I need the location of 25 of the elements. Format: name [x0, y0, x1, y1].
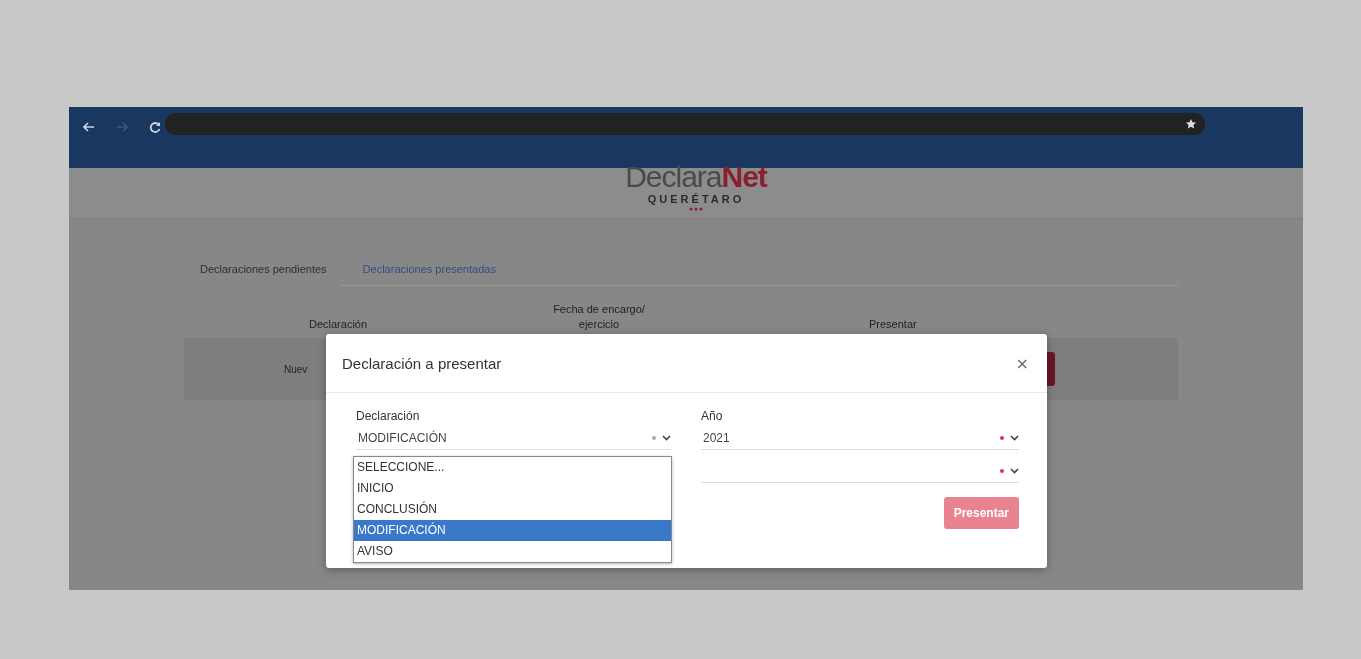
star-icon[interactable]	[1185, 118, 1197, 130]
column-header: Presentar	[869, 317, 917, 332]
dropdown-option[interactable]: AVISO	[354, 541, 671, 562]
reload-icon[interactable]	[149, 121, 161, 133]
dots-icon	[689, 207, 703, 211]
logo-wordmark: DeclaraNet	[625, 164, 767, 190]
tab[interactable]: Declaraciones pendientes	[184, 257, 341, 286]
column-header: Declaración	[309, 317, 369, 332]
select-field[interactable]: MODIFICACIÓN	[356, 427, 671, 450]
modal-title: Declaración a presentar	[342, 354, 502, 372]
chevron-down-icon	[1010, 435, 1019, 441]
dropdown-option[interactable]: CONCLUSIÓN	[354, 499, 671, 520]
dropdown-option[interactable]: SELECCIONE...	[354, 457, 671, 478]
select-field[interactable]: 2021	[701, 427, 1019, 450]
close-button[interactable]: ×	[1013, 353, 1031, 373]
dropdown-option[interactable]: INICIO	[354, 478, 671, 499]
field-label: Año	[701, 409, 724, 423]
table-cell: Nuev	[284, 363, 308, 375]
chevron-down-icon	[662, 435, 671, 441]
logo-subtitle: QUERÉTARO	[647, 193, 745, 205]
dropdown-option[interactable]: MODIFICACIÓN	[354, 520, 671, 541]
chevron-down-icon	[1010, 468, 1019, 474]
back-icon[interactable]	[83, 121, 95, 133]
field-label: Declaración	[356, 409, 421, 423]
column-header: Fecha de encargo/ ejercicio	[552, 302, 646, 332]
